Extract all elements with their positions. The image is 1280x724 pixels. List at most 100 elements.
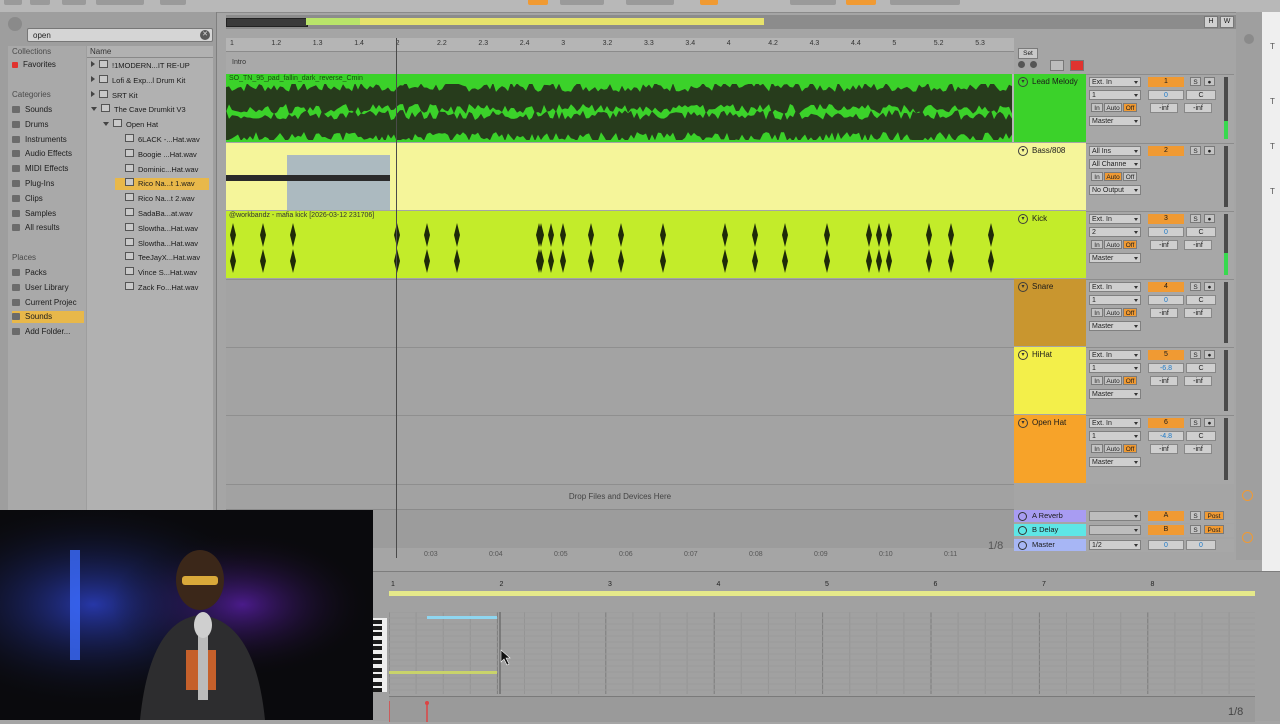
w-button[interactable]: W xyxy=(1220,16,1234,28)
pan-field[interactable]: C xyxy=(1186,431,1216,441)
chevron-right-icon[interactable] xyxy=(91,90,95,97)
cue-out-dropdown[interactable]: 1/2 xyxy=(1089,540,1141,550)
monitor-off-button[interactable]: Off xyxy=(1123,376,1137,385)
output-dropdown[interactable]: No Output xyxy=(1089,185,1141,195)
track-name[interactable]: Kick xyxy=(1032,214,1047,223)
fold-icon[interactable]: ▾ xyxy=(1018,418,1028,428)
bass-808-lane[interactable] xyxy=(226,143,1014,210)
track-name[interactable]: Snare xyxy=(1032,282,1053,291)
loop-brace[interactable] xyxy=(389,591,1255,596)
track-header[interactable]: ▾ Bass/808 xyxy=(1014,143,1086,210)
output-dropdown[interactable]: Master xyxy=(1089,457,1141,467)
return-output-dropdown[interactable] xyxy=(1089,511,1141,521)
monitor-auto-button[interactable]: Auto xyxy=(1104,444,1122,453)
track-activator[interactable]: 3 xyxy=(1148,214,1184,224)
transport-control[interactable] xyxy=(528,0,548,5)
input-type-dropdown[interactable]: Ext. In xyxy=(1089,282,1141,292)
input-channel-dropdown[interactable]: 1 xyxy=(1089,90,1141,100)
place-item[interactable]: Packs xyxy=(12,267,84,279)
transport-control[interactable] xyxy=(96,0,144,5)
arm-button[interactable]: ● xyxy=(1204,282,1215,291)
master-pan-field[interactable]: 0 xyxy=(1186,540,1216,550)
arm-button[interactable]: ● xyxy=(1204,214,1215,223)
solo-button[interactable]: S xyxy=(1190,77,1201,86)
category-item[interactable]: Instruments xyxy=(12,134,84,146)
volume-field[interactable]: 0 xyxy=(1148,227,1184,237)
drop-zone[interactable]: Drop Files and Devices Here xyxy=(226,484,1014,509)
volume-field[interactable]: 0 xyxy=(1148,295,1184,305)
track-activator[interactable]: 6 xyxy=(1148,418,1184,428)
file-item[interactable]: Open Hat xyxy=(103,119,209,131)
monitor-auto-button[interactable]: Auto xyxy=(1104,172,1122,181)
category-item[interactable]: Sounds xyxy=(12,104,84,116)
send-field[interactable]: -inf xyxy=(1184,240,1212,250)
track-header[interactable]: ▾ HiHat xyxy=(1014,347,1086,414)
return-name[interactable]: A Reverb xyxy=(1032,511,1063,520)
monitor-in-button[interactable]: In xyxy=(1091,444,1103,453)
arm-button[interactable]: ● xyxy=(1204,418,1215,427)
solo-button[interactable]: S xyxy=(1190,214,1201,223)
place-item[interactable]: User Library xyxy=(12,282,84,294)
fold-icon[interactable]: ▾ xyxy=(1018,146,1028,156)
name-column-header[interactable]: Name xyxy=(87,46,213,58)
expand-icon[interactable] xyxy=(1050,60,1064,71)
midi-note-bar[interactable] xyxy=(226,175,390,181)
h-button[interactable]: H xyxy=(1204,16,1218,28)
lead-melody-lane[interactable]: SO_TN_95_pad_fallin_dark_reverse_Cmin xyxy=(226,74,1014,142)
monitor-auto-button[interactable]: Auto xyxy=(1104,308,1122,317)
set-button[interactable]: Set xyxy=(1018,48,1038,59)
arm-button[interactable]: ● xyxy=(1204,77,1215,86)
track-activator[interactable]: 4 xyxy=(1148,282,1184,292)
follow-icon[interactable] xyxy=(1030,61,1037,68)
arm-button[interactable]: ● xyxy=(1204,146,1215,155)
category-item[interactable]: All results xyxy=(12,222,84,234)
track-activator[interactable]: 5 xyxy=(1148,350,1184,360)
category-item[interactable]: Plug-Ins xyxy=(12,178,84,190)
input-channel-dropdown[interactable]: All Channe xyxy=(1089,159,1141,169)
solo-button[interactable]: S xyxy=(1190,350,1201,359)
master-volume-field[interactable]: 0 xyxy=(1148,540,1184,550)
audio-clip-lead[interactable]: SO_TN_95_pad_fallin_dark_reverse_Cmin xyxy=(226,74,1012,142)
chevron-down-icon[interactable] xyxy=(103,122,109,127)
time-ruler[interactable]: 0:03 0:04 0:05 0:06 0:07 0:08 0:09 0:10 0:11 xyxy=(390,551,1014,561)
solo-button[interactable]: S xyxy=(1190,511,1201,520)
return-track-header[interactable]: Master xyxy=(1014,539,1086,551)
play-controls[interactable] xyxy=(626,0,674,5)
arm-session-icon[interactable] xyxy=(1070,60,1084,71)
return-output-dropdown[interactable] xyxy=(1089,525,1141,535)
input-type-dropdown[interactable]: Ext. In xyxy=(1089,418,1141,428)
send-field[interactable]: -inf xyxy=(1184,308,1212,318)
cue-icon[interactable] xyxy=(1242,532,1253,543)
file-item[interactable]: Vince S...Hat.wav xyxy=(115,267,209,279)
velocity-lane[interactable] xyxy=(388,696,1255,722)
transport-control[interactable] xyxy=(846,0,876,5)
browser-toggle-icon[interactable] xyxy=(8,17,22,31)
post-button[interactable]: Post xyxy=(1204,511,1224,520)
overview-viewport[interactable] xyxy=(226,18,308,27)
pan-field[interactable]: C xyxy=(1186,295,1216,305)
locator-intro[interactable]: Intro xyxy=(232,59,246,66)
arm-button[interactable]: ● xyxy=(1204,350,1215,359)
chevron-right-icon[interactable] xyxy=(91,61,95,67)
post-button[interactable]: Post xyxy=(1204,525,1224,534)
send-field[interactable]: -inf xyxy=(1150,240,1178,250)
place-item[interactable]: Current Projec xyxy=(12,297,84,309)
monitor-off-button[interactable]: Off xyxy=(1123,308,1137,317)
file-item[interactable]: Zack Fo...Hat.wav xyxy=(115,282,209,294)
fold-icon[interactable]: ▾ xyxy=(1018,214,1028,224)
file-item[interactable]: SRT Kit xyxy=(91,89,209,102)
category-item[interactable]: MIDI Effects xyxy=(12,163,84,175)
chevron-down-icon[interactable] xyxy=(91,107,97,112)
solo-button[interactable]: S xyxy=(1190,418,1201,427)
locator-lane[interactable]: Intro xyxy=(226,52,1014,74)
send-field[interactable]: -inf xyxy=(1184,376,1212,386)
send-field[interactable]: -inf xyxy=(1184,444,1212,454)
browser-search-field[interactable]: ✕ xyxy=(27,28,213,42)
output-dropdown[interactable]: Master xyxy=(1089,389,1141,399)
transport-control[interactable] xyxy=(160,0,186,5)
monitor-in-button[interactable]: In xyxy=(1091,103,1103,112)
output-dropdown[interactable]: Master xyxy=(1089,321,1141,331)
transport-control[interactable] xyxy=(700,0,718,5)
return-name[interactable]: B Delay xyxy=(1032,525,1058,534)
monitor-auto-button[interactable]: Auto xyxy=(1104,240,1122,249)
